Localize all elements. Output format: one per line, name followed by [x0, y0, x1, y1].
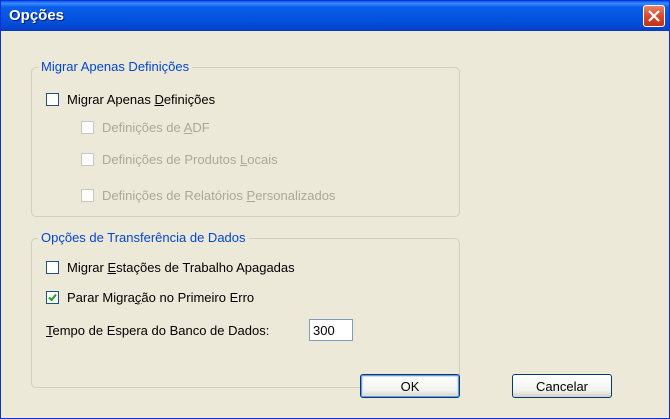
deleted-workstations-label: Migrar Estações de Trabalho Apagadas: [67, 260, 295, 275]
stop-on-first-error-checkbox[interactable]: Parar Migração no Primeiro Erro: [46, 290, 254, 305]
custom-reports-definitions-label: Definições de Relatórios Personalizados: [102, 188, 336, 203]
close-button[interactable]: [643, 5, 665, 27]
stop-on-first-error-label: Parar Migração no Primeiro Erro: [67, 290, 255, 305]
close-icon: [648, 10, 660, 22]
adf-definitions-label: Definições de ADF: [102, 120, 210, 135]
checkbox-box[interactable]: [81, 189, 94, 202]
custom-reports-definitions-checkbox[interactable]: Definições de Relatórios Personalizados: [81, 188, 335, 203]
dialog-body: Migrar Apenas Definições Migrar Apenas D…: [1, 31, 669, 418]
checkbox-box[interactable]: [46, 93, 59, 106]
checkbox-box[interactable]: [46, 261, 59, 274]
window-title: Opções: [9, 7, 65, 24]
cancel-button[interactable]: Cancelar: [512, 374, 612, 398]
local-products-definitions-label: Definições de Produtos Locais: [102, 152, 278, 167]
adf-definitions-checkbox[interactable]: Definições de ADF: [81, 120, 210, 135]
checkmark-icon: [48, 293, 57, 302]
data-transfer-group-legend: Opções de Transferência de Dados: [38, 230, 249, 245]
deleted-workstations-checkbox[interactable]: Migrar Estações de Trabalho Apagadas: [46, 260, 295, 275]
migrate-only-definitions-checkbox[interactable]: Migrar Apenas Definições: [46, 92, 215, 107]
local-products-definitions-checkbox[interactable]: Definições de Produtos Locais: [81, 152, 278, 167]
migrate-only-definitions-label: Migrar Apenas Definições: [67, 92, 216, 107]
definitions-group-legend: Migrar Apenas Definições: [38, 59, 193, 74]
checkbox-box[interactable]: [81, 121, 94, 134]
database-timeout-input[interactable]: [309, 319, 353, 341]
title-bar[interactable]: Opções: [1, 1, 669, 31]
checkbox-box[interactable]: [81, 153, 94, 166]
options-dialog: Opções Migrar Apenas Definições Migrar A…: [0, 0, 670, 419]
ok-button[interactable]: OK: [360, 374, 460, 398]
checkbox-box[interactable]: [46, 291, 59, 304]
database-timeout-label: Tempo de Espera do Banco de Dados:: [46, 323, 270, 338]
